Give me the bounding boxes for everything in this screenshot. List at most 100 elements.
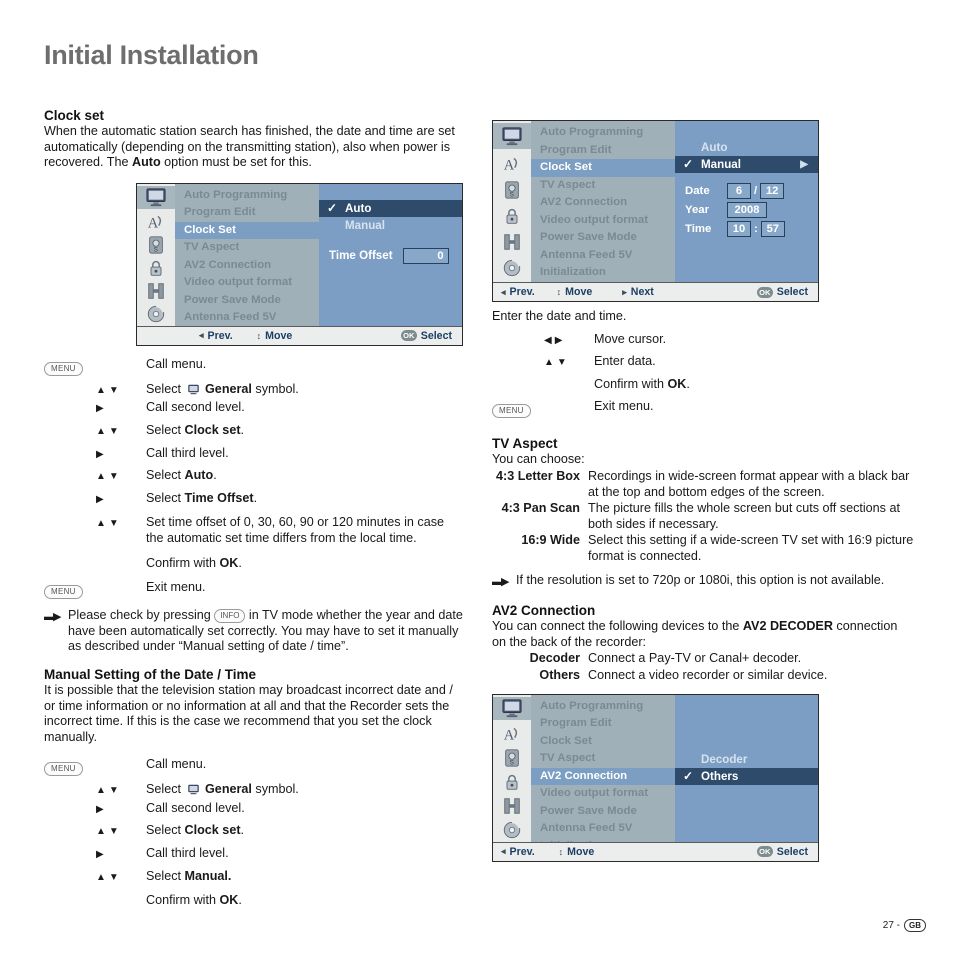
osd-item-tv-aspect[interactable]: TV Aspect [531,177,675,195]
osd-item-initialization[interactable]: Initialization [531,264,675,282]
disc-edit-icon[interactable] [501,229,523,255]
footer-select-label: Select [420,329,452,342]
osd-item-auto-programming[interactable]: Auto Programming [175,187,319,205]
date-field-row[interactable]: Date 6 / 12 [685,183,818,199]
osd-option-manual[interactable]: Manual [319,217,462,234]
osd-icon-column: A S [137,183,175,326]
osd-item-clock-set[interactable]: Clock Set [175,221,319,240]
osd-item-power-save[interactable]: Power Save Mode [531,803,675,821]
step-bold: Auto [184,468,214,483]
step-key-empty [44,400,96,401]
disc-icon[interactable] [145,303,167,326]
footer-move[interactable]: ↕ Move [559,846,595,858]
osd-option-auto[interactable]: Auto [675,139,818,156]
osd-item-tv-aspect[interactable]: TV Aspect [531,750,675,768]
footer-prev[interactable]: ◂ Prev. [199,330,233,342]
footer-select[interactable]: OK Select [756,846,808,858]
osd-item-power-save[interactable]: Power Save Mode [531,229,675,247]
osd-item-tv-aspect[interactable]: TV Aspect [175,239,319,257]
menu-key-label: MENU [492,404,531,419]
osd-clock-set-manual[interactable]: A S Auto Programming Program Edit Clock … [492,120,819,302]
tv-icon[interactable] [493,696,531,721]
menu-key[interactable]: MENU [44,757,96,777]
menu-key[interactable]: MENU [44,357,96,376]
menu-key[interactable]: MENU [44,580,96,600]
step-text: Confirm with OK. [146,893,242,908]
step-call-second-level: ▶ Call second level. [44,400,464,416]
language-icon[interactable]: A [501,151,523,177]
osd-clock-set-auto[interactable]: A S Auto Programming Program Edit Clock … [136,182,463,346]
osd-item-program-edit[interactable]: Program Edit [175,204,319,222]
osd-menu-list[interactable]: Auto Programming Program Edit Clock Set … [175,183,319,341]
osd-item-antenna-feed[interactable]: Antenna Feed 5V [175,309,319,327]
date-day-value[interactable]: 6 [727,183,751,199]
footer-select[interactable]: OK Select [400,329,452,342]
osd-item-video-output[interactable]: Video output format [175,274,319,292]
disc-edit-icon[interactable] [145,280,167,303]
osd-menu-list[interactable]: Auto Programming Program Edit Clock Set … [531,121,675,282]
disc-edit-icon[interactable] [501,794,523,818]
osd-item-antenna-feed[interactable]: Antenna Feed 5V [531,820,675,838]
info-key[interactable]: INFO [214,609,246,624]
footer-move[interactable]: ↕ Move [557,286,593,298]
tv-aspect-row: 4:3 Letter Box Recordings in wide-screen… [492,469,914,500]
recording-icon[interactable]: S [501,746,523,770]
menu-key[interactable]: MENU [492,399,544,419]
step-bold: OK [219,893,239,908]
tv-aspect-desc: Select this setting if a wide-screen TV … [588,533,914,563]
osd-item-auto-programming[interactable]: Auto Programming [531,124,675,142]
step-confirm-ok: Confirm with OK. [44,556,464,572]
step-text: Select General symbol. [146,381,299,396]
disc-icon[interactable] [501,818,523,842]
osd-item-av2-connection[interactable]: AV2 Connection [531,194,675,212]
lock-icon[interactable] [501,770,523,794]
language-icon[interactable]: A [501,722,523,746]
osd-option-panel: ✓ Auto Manual Time Offset 0 [319,183,462,326]
lock-icon[interactable] [145,257,167,280]
time-offset-value[interactable]: 0 [402,247,449,264]
time-offset-row[interactable]: Time Offset 0 [329,247,449,264]
disc-icon[interactable] [501,255,523,281]
footer-prev[interactable]: ◂ Prev. [501,846,535,858]
footer-select-label: Select [776,286,808,298]
time-hour-value[interactable]: 10 [727,221,751,237]
osd-item-video-output[interactable]: Video output format [531,212,675,230]
footer-select[interactable]: OK Select [756,286,808,298]
osd-option-decoder[interactable]: Decoder [675,751,818,768]
osd-item-antenna-feed[interactable]: Antenna Feed 5V [531,247,675,265]
osd-option-auto[interactable]: ✓ Auto [319,199,462,217]
osd-option-manual[interactable]: ✓ Manual ▶ [675,156,818,173]
tv-icon[interactable] [493,123,531,149]
osd-item-clock-set[interactable]: Clock Set [531,733,675,751]
recording-icon[interactable]: S [145,234,167,257]
year-value[interactable]: 2008 [727,202,767,218]
step-text: Select Manual. [146,868,232,883]
lock-icon[interactable] [501,203,523,229]
time-field-row[interactable]: Time 10 : 57 [685,221,818,237]
step-key-empty [44,893,96,894]
updown-arrow-icon: ↕ [558,846,564,857]
date-month-value[interactable]: 12 [760,183,785,199]
recording-icon[interactable]: S [501,177,523,203]
time-minute-value[interactable]: 57 [760,221,785,237]
osd-item-power-save[interactable]: Power Save Mode [175,292,319,310]
osd-item-av2-connection[interactable]: AV2 Connection [175,257,319,275]
language-icon[interactable]: A [145,211,167,234]
footer-next[interactable]: ▸ Next [622,286,654,298]
osd-item-program-edit[interactable]: Program Edit [531,142,675,160]
check-icon: ✓ [683,768,694,783]
footer-move[interactable]: ↕ Move [257,330,293,342]
tv-aspect-term: 4:3 Letter Box [496,468,580,483]
osd-item-auto-programming[interactable]: Auto Programming [531,698,675,716]
footer-prev[interactable]: ◂ Prev. [501,286,535,298]
osd-item-program-edit[interactable]: Program Edit [531,715,675,733]
osd-item-video-output[interactable]: Video output format [531,785,675,803]
year-field-row[interactable]: Year 2008 [685,202,818,218]
osd-item-clock-set[interactable]: Clock Set [531,159,675,177]
osd-menu-list[interactable]: Auto Programming Program Edit Clock Set … [531,694,675,852]
osd-av2-connection[interactable]: A S Auto Programming Program Edit Clock … [492,693,819,862]
osd-item-av2-connection[interactable]: AV2 Connection [531,767,675,785]
osd-option-others[interactable]: ✓ Others [675,767,818,785]
tv-icon[interactable] [137,185,175,209]
step-confirm-ok: Confirm with OK. [44,893,464,909]
